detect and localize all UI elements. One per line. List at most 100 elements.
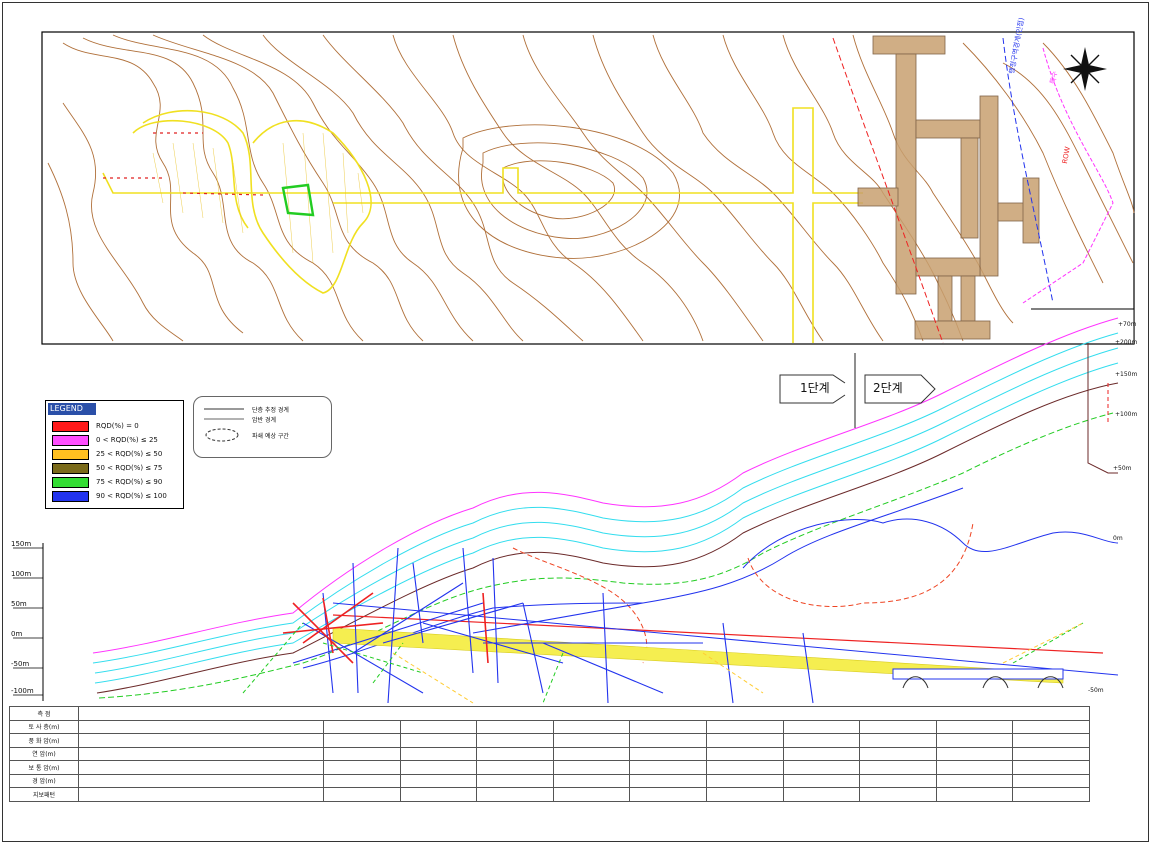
- stage-1-label: 1단계: [800, 381, 830, 395]
- right-label-6: 0m: [1113, 535, 1123, 542]
- table-cell: [476, 719, 554, 734]
- table-cell: [323, 733, 401, 748]
- legend-label: RQD(%) = 0: [96, 422, 139, 430]
- table-cell: [552, 773, 631, 788]
- table-header: 연 암(m): [9, 746, 79, 761]
- table-row: 보 통 암(m): [9, 760, 1090, 775]
- elev-label-4: 0m: [11, 630, 23, 638]
- table-cell: [323, 787, 401, 802]
- table-cell: [78, 773, 324, 788]
- table-cell: [935, 787, 1014, 802]
- table-cell: [399, 787, 478, 802]
- table-cell: [78, 760, 324, 775]
- legend-label: 50 < RQD(%) ≤ 75: [96, 464, 163, 472]
- table-cell: [476, 746, 554, 761]
- table-cell: [1012, 746, 1090, 761]
- elev-label-6: -100m: [11, 687, 34, 695]
- table-cell: [705, 773, 784, 788]
- right-label-4: +100m: [1115, 411, 1138, 418]
- table-cell: [705, 733, 784, 748]
- table-cell: [476, 787, 554, 802]
- table-cell: [705, 719, 784, 734]
- table-cell: [1012, 719, 1090, 734]
- line-legend-label-1: 단층 추정 경계: [252, 407, 289, 414]
- table-cell: [323, 746, 401, 761]
- table-cell: [1012, 787, 1090, 802]
- table-cell: [859, 773, 937, 788]
- table-cell: [859, 760, 937, 775]
- table-cell: [399, 773, 478, 788]
- table-cell: [629, 746, 707, 761]
- legend-title: LEGEND: [48, 403, 96, 415]
- table-cell: [552, 746, 631, 761]
- legend-swatch: [52, 491, 89, 502]
- table-cell: [629, 719, 707, 734]
- drawing-sheet: 1단계 2단계 행정구역경계(인접) 특수 ROW 150m 100m 50m …: [2, 2, 1149, 842]
- table-header: 토 사 층(m): [9, 719, 79, 734]
- table-cell: [323, 719, 401, 734]
- legend-label: 25 < RQD(%) ≤ 50: [96, 450, 163, 458]
- table-cell: [476, 733, 554, 748]
- legend-swatch: [52, 449, 89, 460]
- legend-label: 90 < RQD(%) ≤ 100: [96, 492, 167, 500]
- table-cell: [552, 760, 631, 775]
- elev-label-1: 150m: [11, 540, 32, 548]
- table-row: 토 사 층(m): [9, 719, 1090, 734]
- line-legend: 단층 추정 경계 암반 경계 파쇄 예상 구간: [193, 396, 332, 458]
- elev-label-2: 100m: [11, 570, 32, 578]
- table-header: 풍 화 암(m): [9, 733, 79, 748]
- table-row: 지보패턴: [9, 787, 1090, 802]
- table-cell: [629, 733, 707, 748]
- right-label-5: +50m: [1113, 465, 1132, 472]
- table-row: 경 암(m): [9, 773, 1090, 788]
- legend-swatch: [52, 477, 89, 488]
- table-cell: [859, 787, 937, 802]
- table-cell: [399, 760, 478, 775]
- table-cell: [859, 733, 937, 748]
- table-cell: [552, 719, 631, 734]
- elev-label-3: 50m: [11, 600, 27, 608]
- table-header: 경 암(m): [9, 773, 79, 788]
- table-cell: [78, 746, 324, 761]
- legend-swatch: [52, 463, 89, 474]
- profile-view: [13, 317, 1119, 704]
- table-cell: [705, 760, 784, 775]
- table-cell: [782, 760, 861, 775]
- table-cell: [782, 746, 861, 761]
- table-cell: [859, 746, 937, 761]
- table-cell: [1012, 760, 1090, 775]
- line-legend-label-3: 파쇄 예상 구간: [252, 433, 289, 440]
- stage-2-label: 2단계: [873, 381, 903, 395]
- table-header: 측 점: [9, 706, 79, 721]
- table-cell: [935, 719, 1014, 734]
- table-row: 풍 화 암(m): [9, 733, 1090, 748]
- right-label-7: -50m: [1088, 687, 1104, 694]
- elev-label-5: -50m: [11, 660, 30, 668]
- right-label-3: +150m: [1115, 371, 1138, 378]
- table-cell: [476, 773, 554, 788]
- legend-label: 75 < RQD(%) ≤ 90: [96, 478, 163, 486]
- table-cell: [78, 719, 324, 734]
- legend-swatch: [52, 421, 89, 432]
- table-cell: [476, 760, 554, 775]
- table-cell: [935, 733, 1014, 748]
- table-cell: [399, 719, 478, 734]
- table-row: 연 암(m): [9, 746, 1090, 761]
- table-cell: [78, 733, 324, 748]
- table-cell: [552, 733, 631, 748]
- table-cell: [859, 719, 937, 734]
- table-cell: [782, 787, 861, 802]
- line-legend-label-2: 암반 경계: [252, 417, 276, 424]
- rqd-legend: LEGEND RQD(%) = 0 0 < RQD(%) ≤ 25 25 < R…: [45, 400, 184, 509]
- table-cell: [935, 760, 1014, 775]
- table-cell: [629, 787, 707, 802]
- table-cell: [935, 746, 1014, 761]
- table-row: 측 점: [9, 706, 1090, 721]
- table-header: 지보패턴: [9, 787, 79, 802]
- north-arrow-icon: [1063, 47, 1107, 91]
- table-cell: [1012, 773, 1090, 788]
- table-cell: [552, 787, 631, 802]
- plan-view: [41, 31, 1135, 345]
- table-cell: [782, 719, 861, 734]
- table-cell: [705, 787, 784, 802]
